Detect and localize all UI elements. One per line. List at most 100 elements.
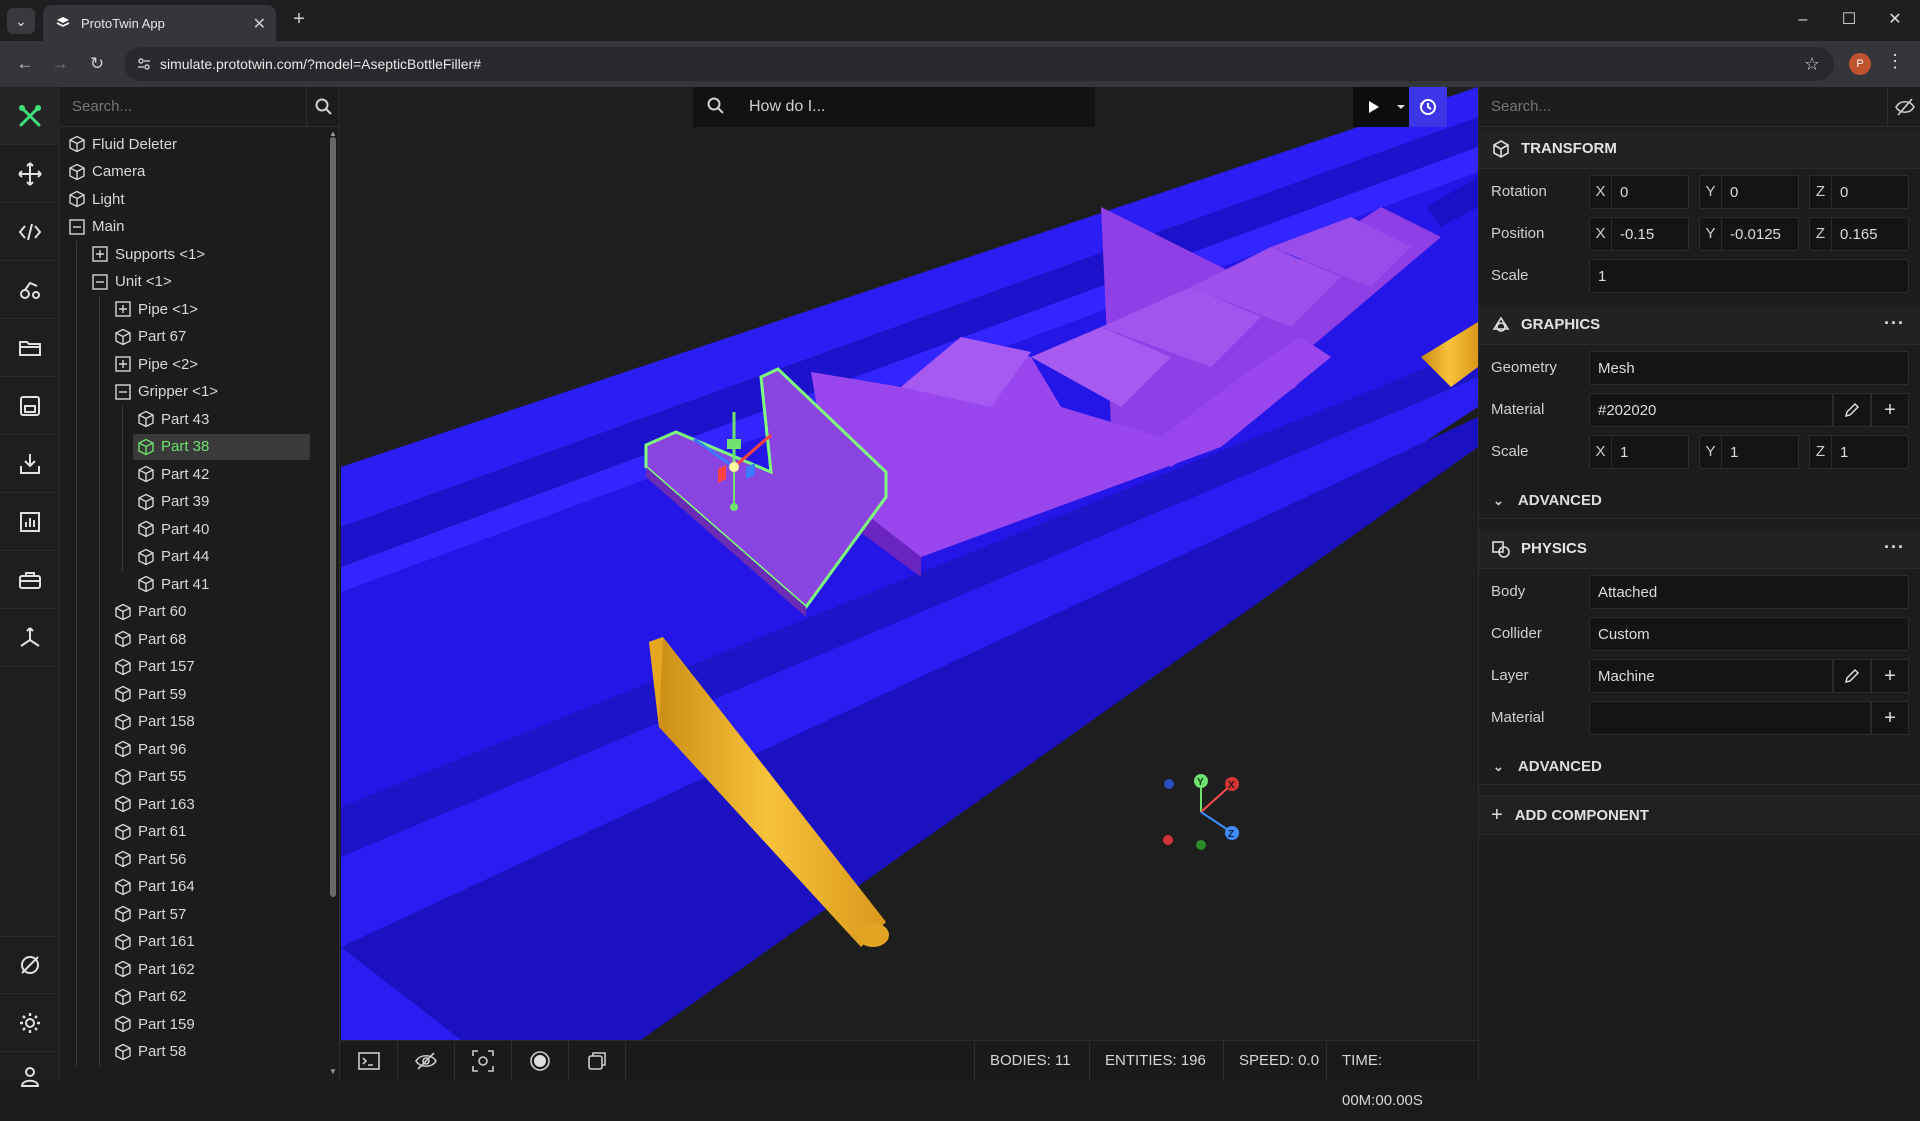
close-window-icon[interactable]: ✕ [1872,6,1918,34]
graphics-scale-x-field[interactable]: X1 [1589,435,1689,469]
focus-button[interactable] [455,1041,512,1081]
copy-button[interactable] [569,1041,626,1081]
tree-item[interactable]: Part 159 [114,1011,195,1037]
collapse-icon[interactable] [114,383,132,401]
graphics-advanced-toggle[interactable]: ⌄ ADVANCED [1479,483,1920,519]
tree-item[interactable]: Part 57 [114,901,186,927]
browser-menu-icon[interactable]: ⋮ [1886,51,1904,72]
tree-item[interactable]: Main [68,214,125,240]
reload-icon[interactable]: ↻ [84,51,110,77]
tree-item[interactable]: Light [68,186,125,212]
tree-item[interactable]: Part 42 [137,461,209,487]
edit-material-button[interactable] [1833,393,1871,427]
collider-select[interactable]: Custom [1589,617,1909,651]
inspector-visibility-button[interactable] [1887,87,1920,127]
expand-icon[interactable] [114,300,132,318]
tree-item[interactable]: Part 55 [114,764,186,790]
expand-icon[interactable] [91,245,109,263]
coordinate-button[interactable] [0,609,60,667]
history-button[interactable] [1409,87,1447,127]
save-button[interactable] [0,377,60,435]
graphics-material-select[interactable]: #202020 [1589,393,1833,427]
hierarchy-search-button[interactable] [306,87,340,127]
sync-button[interactable] [0,936,60,994]
forward-icon[interactable]: → [47,51,73,77]
account-button[interactable] [0,1052,60,1087]
minimize-icon[interactable]: – [1780,6,1826,34]
profile-avatar[interactable]: P [1849,53,1871,75]
graphics-section-header[interactable]: GRAPHICS ··· [1479,305,1920,345]
graphics-scale-y-field[interactable]: Y1 [1699,435,1799,469]
transform-scale-field[interactable]: 1 [1589,259,1909,293]
graphics-scale-z-field[interactable]: Z1 [1809,435,1909,469]
edit-layer-button[interactable] [1833,659,1871,693]
tree-item[interactable]: Pipe <2> [114,351,198,377]
tree-item[interactable]: Supports <1> [91,241,205,267]
tree-item[interactable]: Part 58 [114,1039,186,1065]
record-button[interactable] [512,1041,569,1081]
add-layer-button[interactable]: + [1871,659,1909,693]
components-button[interactable] [0,261,60,319]
charts-button[interactable] [0,493,60,551]
tree-item[interactable]: Part 41 [137,571,209,597]
add-component-button[interactable]: + ADD COMPONENT [1479,795,1920,835]
expand-icon[interactable] [114,355,132,373]
hierarchy-scrollbar[interactable]: ▲ ▼ [328,127,338,1080]
tree-item[interactable]: Part 59 [114,681,186,707]
tree-item[interactable]: Part 44 [137,544,209,570]
url-field[interactable]: simulate.prototwin.com/?model=AsepticBot… [124,47,1834,81]
back-icon[interactable]: ← [12,51,38,77]
tree-item[interactable]: Part 67 [114,324,186,350]
add-material-button[interactable]: + [1871,393,1909,427]
tree-item[interactable]: Part 161 [114,929,195,955]
transform-section-header[interactable]: TRANSFORM [1479,129,1920,169]
tab-search-button[interactable]: ⌄ [7,8,35,34]
add-physics-material-button[interactable]: + [1871,701,1909,735]
physics-section-header[interactable]: PHYSICS ··· [1479,529,1920,569]
new-tab-button[interactable]: + [286,8,312,31]
tools-button[interactable] [0,87,60,145]
tree-item[interactable]: Pipe <1> [114,296,198,322]
tree-item[interactable]: Part 62 [114,984,186,1010]
close-tab-icon[interactable]: ✕ [253,14,266,34]
import-button[interactable] [0,435,60,493]
tree-item[interactable]: Part 60 [114,599,186,625]
help-search[interactable]: How do I... [693,87,1095,127]
scene-render[interactable]: Y X Z [341,87,1478,1040]
scrollbar-thumb[interactable] [330,137,336,897]
position-z-field[interactable]: Z 0.165 [1809,217,1909,251]
play-button[interactable] [1353,87,1393,127]
play-dropdown[interactable] [1393,87,1409,127]
tree-item[interactable]: Part 56 [114,846,186,872]
script-button[interactable] [0,203,60,261]
layer-select[interactable]: Machine [1589,659,1833,693]
tree-item[interactable]: Part 39 [137,489,209,515]
tree-item[interactable]: Unit <1> [91,269,172,295]
settings-button[interactable] [0,994,60,1052]
open-button[interactable] [0,319,60,377]
tree-item[interactable]: Part 43 [137,406,209,432]
tree-item[interactable]: Part 38 [133,433,310,460]
physics-menu-icon[interactable]: ··· [1884,537,1905,558]
bookmark-star-icon[interactable]: ☆ [1804,54,1820,75]
physics-material-select[interactable] [1589,701,1871,735]
physics-advanced-toggle[interactable]: ⌄ ADVANCED [1479,749,1920,785]
rotation-y-field[interactable]: Y0 [1699,175,1799,209]
tree-item[interactable]: Part 157 [114,654,195,680]
tree-item[interactable]: Camera [68,159,145,185]
library-button[interactable] [0,551,60,609]
scroll-down-icon[interactable]: ▼ [328,1067,338,1076]
browser-tab[interactable]: ProtoTwin App ✕ [43,5,276,41]
rotation-z-field[interactable]: Z0 [1809,175,1909,209]
inspector-search-input[interactable] [1479,87,1879,126]
site-info-icon[interactable] [136,56,152,72]
tree-item[interactable]: Fluid Deleter [68,131,177,157]
maximize-icon[interactable]: ☐ [1826,6,1872,34]
visibility-button[interactable] [398,1041,455,1081]
console-button[interactable] [341,1041,398,1081]
geometry-select[interactable]: Mesh [1589,351,1909,385]
collapse-icon[interactable] [68,218,86,236]
tree-item[interactable]: Part 40 [137,516,209,542]
tree-item[interactable]: Part 158 [114,709,195,735]
graphics-menu-icon[interactable]: ··· [1884,313,1905,334]
